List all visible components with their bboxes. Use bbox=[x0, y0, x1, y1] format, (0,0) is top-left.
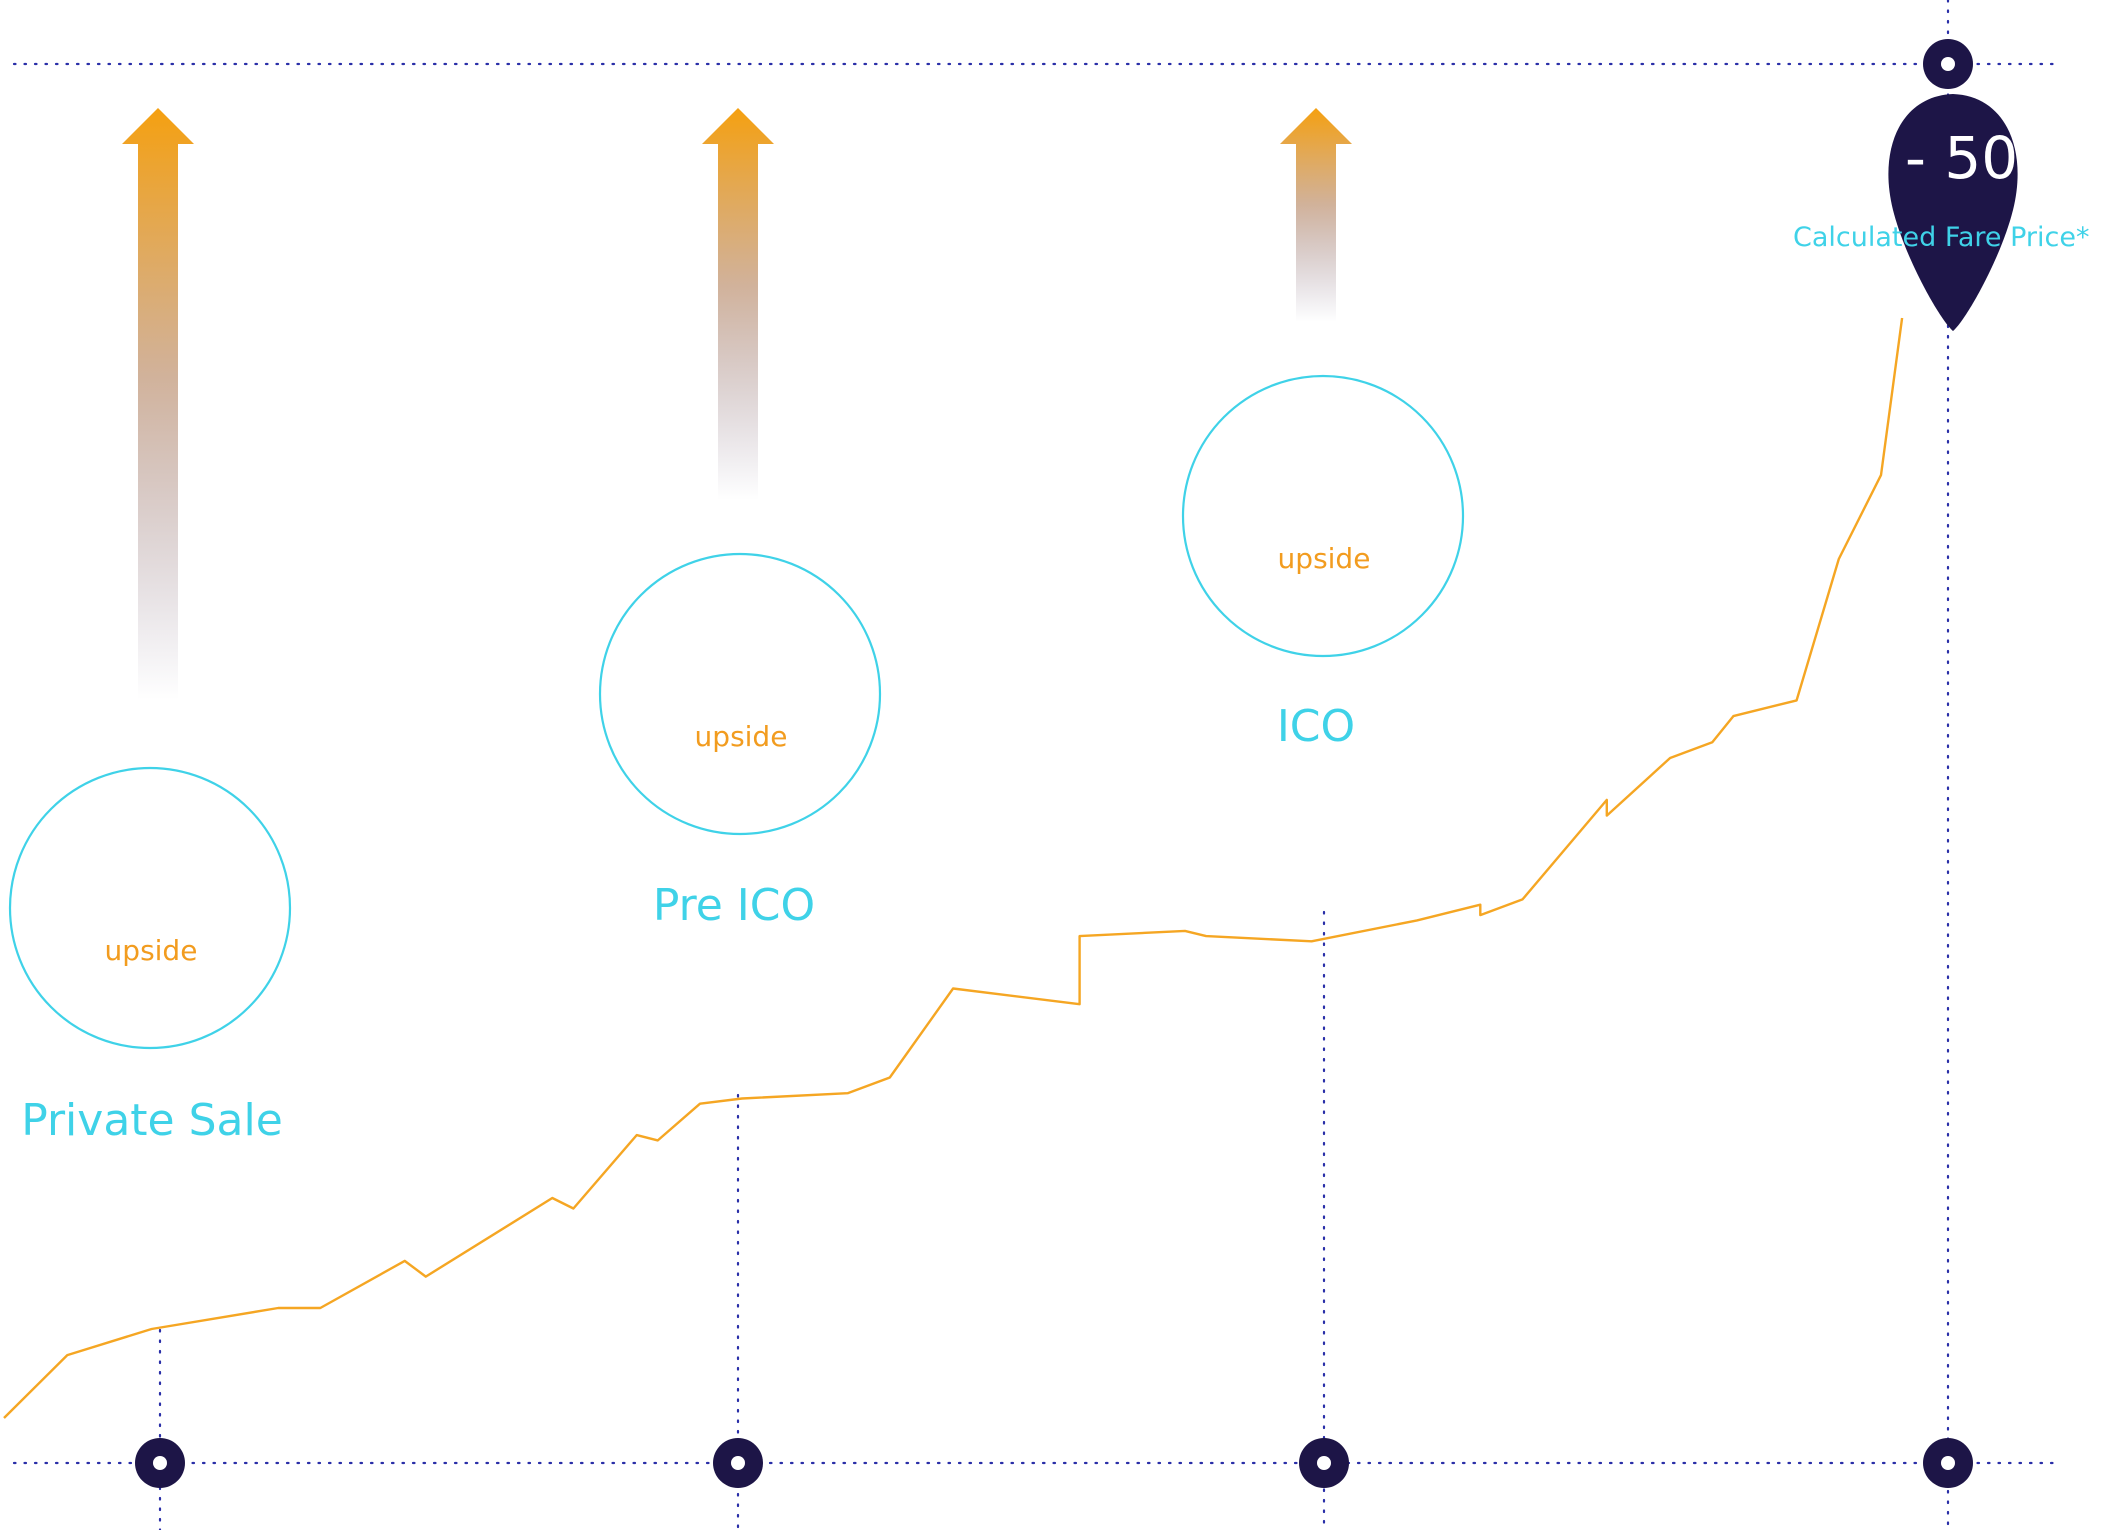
upside-arrow bbox=[122, 108, 194, 700]
grid-lines bbox=[12, 0, 2062, 1530]
final-price-pin: - 50 Calculated Fare Price* bbox=[1793, 39, 2090, 331]
upside-arrow bbox=[1280, 108, 1352, 322]
milestone-marker-center bbox=[1317, 1456, 1331, 1470]
final-label-text: Calculated Fare Price* bbox=[1793, 222, 2090, 253]
milestone-marker-center bbox=[153, 1456, 167, 1470]
price-line bbox=[3, 317, 1904, 1419]
upside-badge-text: upside bbox=[105, 934, 198, 967]
upside-badge-text: upside bbox=[1278, 542, 1371, 575]
final-value-text: - 50 bbox=[1905, 124, 2018, 192]
stage-circle bbox=[1181, 374, 1465, 658]
pin-clip-mask bbox=[2020, 120, 2060, 190]
milestone-marker-center bbox=[731, 1456, 745, 1470]
stage-label: ICO bbox=[1277, 701, 1355, 752]
stage-label: Private Sale bbox=[21, 1095, 283, 1146]
price-growth-chart: upside Private Sale upside Pre ICO upside ICO… bbox=[3, 0, 2090, 1530]
upside-badge-text: upside bbox=[695, 720, 788, 753]
top-marker-center bbox=[1941, 57, 1955, 71]
upside-arrow bbox=[702, 108, 774, 500]
stage-label: Pre ICO bbox=[653, 880, 815, 931]
milestone-marker-center bbox=[1941, 1456, 1955, 1470]
stage-circle bbox=[8, 766, 292, 1050]
stage-circle bbox=[598, 552, 882, 836]
